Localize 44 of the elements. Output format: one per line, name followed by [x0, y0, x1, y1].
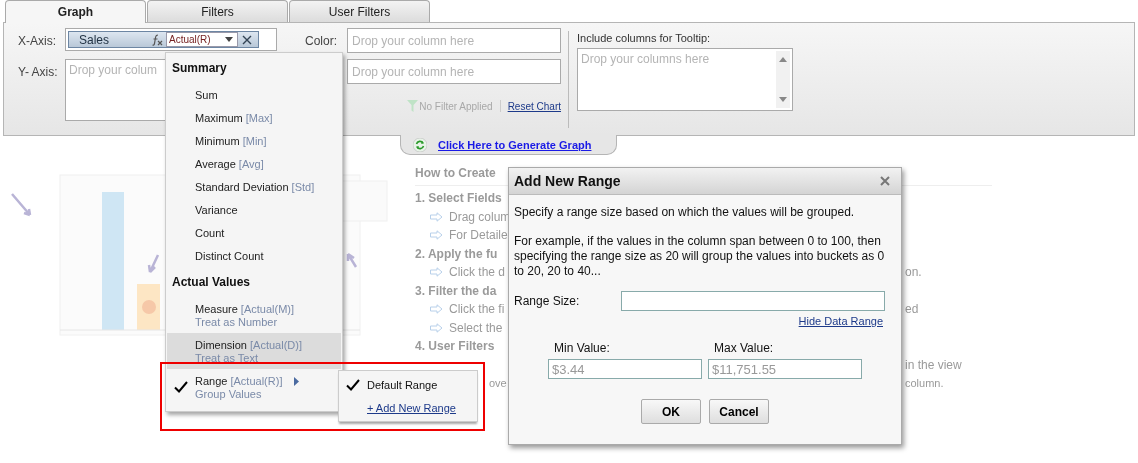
field-label: Color:	[305, 33, 338, 48]
menu-item-label: Count	[195, 225, 225, 240]
menu-item-label: Maximum [Max]	[195, 110, 273, 125]
help-step-heading: 1. Select Fields	[415, 191, 502, 206]
field-label: Include columns for Tooltip:	[577, 32, 712, 44]
help-text: ove	[489, 377, 507, 390]
field-label: Range Size:	[514, 294, 581, 308]
help-step-heading: 3. Filter the da	[415, 283, 497, 298]
dialog-title: Add New Range	[514, 173, 621, 189]
menu-item-note: Group Values	[195, 387, 263, 401]
help-text: in the view	[905, 357, 962, 372]
help-text: ed	[905, 302, 919, 317]
dialog-text: Specify a range size based on which the values will be grouped.	[514, 205, 856, 220]
help-step-heading: 2. Apply the fu	[415, 246, 498, 261]
menu-section-heading: Summary	[171, 60, 228, 77]
help-step-heading: 4. User Filters	[415, 339, 495, 354]
menu-item-label: Average [Avg]	[195, 156, 264, 171]
menu-item-label: Measure [Actual(M)]	[195, 301, 295, 316]
help-title: How to Create	[415, 166, 496, 180]
help-text: Click the d	[449, 265, 506, 280]
field-label: X-Axis:	[18, 33, 57, 48]
help-text: Click the fi	[449, 302, 505, 317]
dialog-text: For example, if the values in the column span between 0 to 100, then specifying the range size as 20 will group the values into buckets as 0 to 20, 20 to 40...	[514, 234, 886, 279]
filter-status-text: No Filter Applied	[419, 100, 493, 112]
help-text: column.	[905, 377, 944, 390]
menu-item-note: Treat as Number	[195, 315, 279, 329]
menu-item-label: Range [Actual(R)]	[195, 373, 283, 388]
placeholder-text: Drop your columns here	[580, 51, 711, 68]
menu-item-label: Distinct Count	[195, 248, 264, 263]
help-text: Select the	[449, 320, 503, 335]
help-text: For Detaile	[449, 228, 508, 243]
menu-item-label: Sum	[195, 87, 218, 102]
field-label: Y- Axis:	[18, 64, 59, 79]
menu-item-label: Dimension [Actual(D)]	[195, 337, 302, 352]
menu-item-label: Minimum [Min]	[195, 133, 267, 148]
field-label: Max Value:	[713, 341, 775, 355]
menu-item-label: Standard Deviation [Std]	[195, 179, 315, 194]
chip-label: Sales	[78, 32, 111, 47]
menu-item-note: Treat as Text	[195, 351, 259, 365]
field-label: Min Value:	[553, 341, 611, 355]
help-text: on.	[905, 265, 922, 280]
dropdown-value: Actual(R)	[169, 34, 211, 45]
menu-section-heading: Actual Values	[171, 274, 252, 291]
menu-item-label: Variance	[195, 202, 238, 217]
